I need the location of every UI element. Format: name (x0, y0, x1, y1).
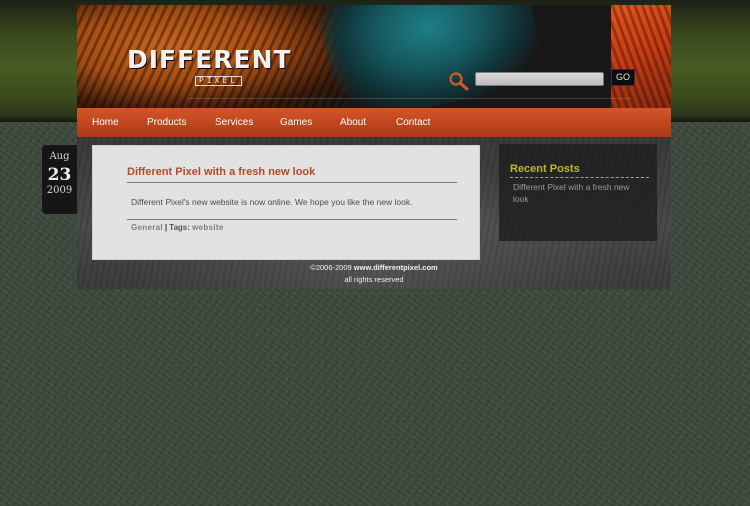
header-art-right (611, 5, 671, 108)
nav-item-games[interactable]: Games (280, 108, 312, 137)
header-divider (187, 98, 631, 99)
header-art-center (316, 5, 548, 108)
search-icon (448, 71, 470, 91)
post-meta: General | Tags: website (131, 223, 224, 232)
sidebar-title: Recent Posts (510, 163, 649, 178)
post-date-month: Aug (49, 151, 70, 162)
site-logo-sub: PIXEL (195, 76, 243, 86)
go-button[interactable]: GO (611, 69, 635, 86)
post-date-day: 23 (47, 165, 72, 185)
sidebar-recent-posts: Recent Posts Different Pixel with a fres… (499, 144, 657, 241)
post-divider (127, 219, 457, 220)
post-tags-label: Tags: (169, 223, 190, 232)
post-category-link[interactable]: General (131, 223, 163, 232)
footer-copyright: ©2006-2009 (310, 263, 352, 272)
footer-rights: all rights reserved (344, 275, 404, 284)
nav-item-contact[interactable]: Contact (396, 108, 430, 137)
recent-post-link[interactable]: Different Pixel with a fresh new look (513, 181, 643, 205)
footer: ©2006-2009 www.differentpixel.com all ri… (92, 262, 656, 286)
post-body: Different Pixel's new website is now onl… (131, 197, 413, 207)
nav-item-products[interactable]: Products (147, 108, 186, 137)
main-nav: Home Products Services Games About Conta… (77, 108, 671, 138)
post-panel: Different Pixel with a fresh new look Di… (92, 145, 480, 260)
post-date-year: 2009 (46, 185, 73, 196)
nav-item-services[interactable]: Services (215, 108, 253, 137)
meta-separator: | (164, 223, 168, 232)
footer-site-link[interactable]: www.differentpixel.com (354, 263, 438, 272)
post-date-badge: Aug 23 2009 (42, 145, 77, 214)
search-input[interactable] (475, 72, 604, 86)
post-tag-link[interactable]: website (192, 223, 223, 232)
header-banner: DIFFERENT PIXEL GO (77, 5, 671, 108)
nav-item-about[interactable]: About (340, 108, 366, 137)
site-logo[interactable]: DIFFERENT (127, 45, 292, 74)
nav-item-home[interactable]: Home (92, 108, 119, 137)
post-title[interactable]: Different Pixel with a fresh new look (127, 166, 457, 183)
